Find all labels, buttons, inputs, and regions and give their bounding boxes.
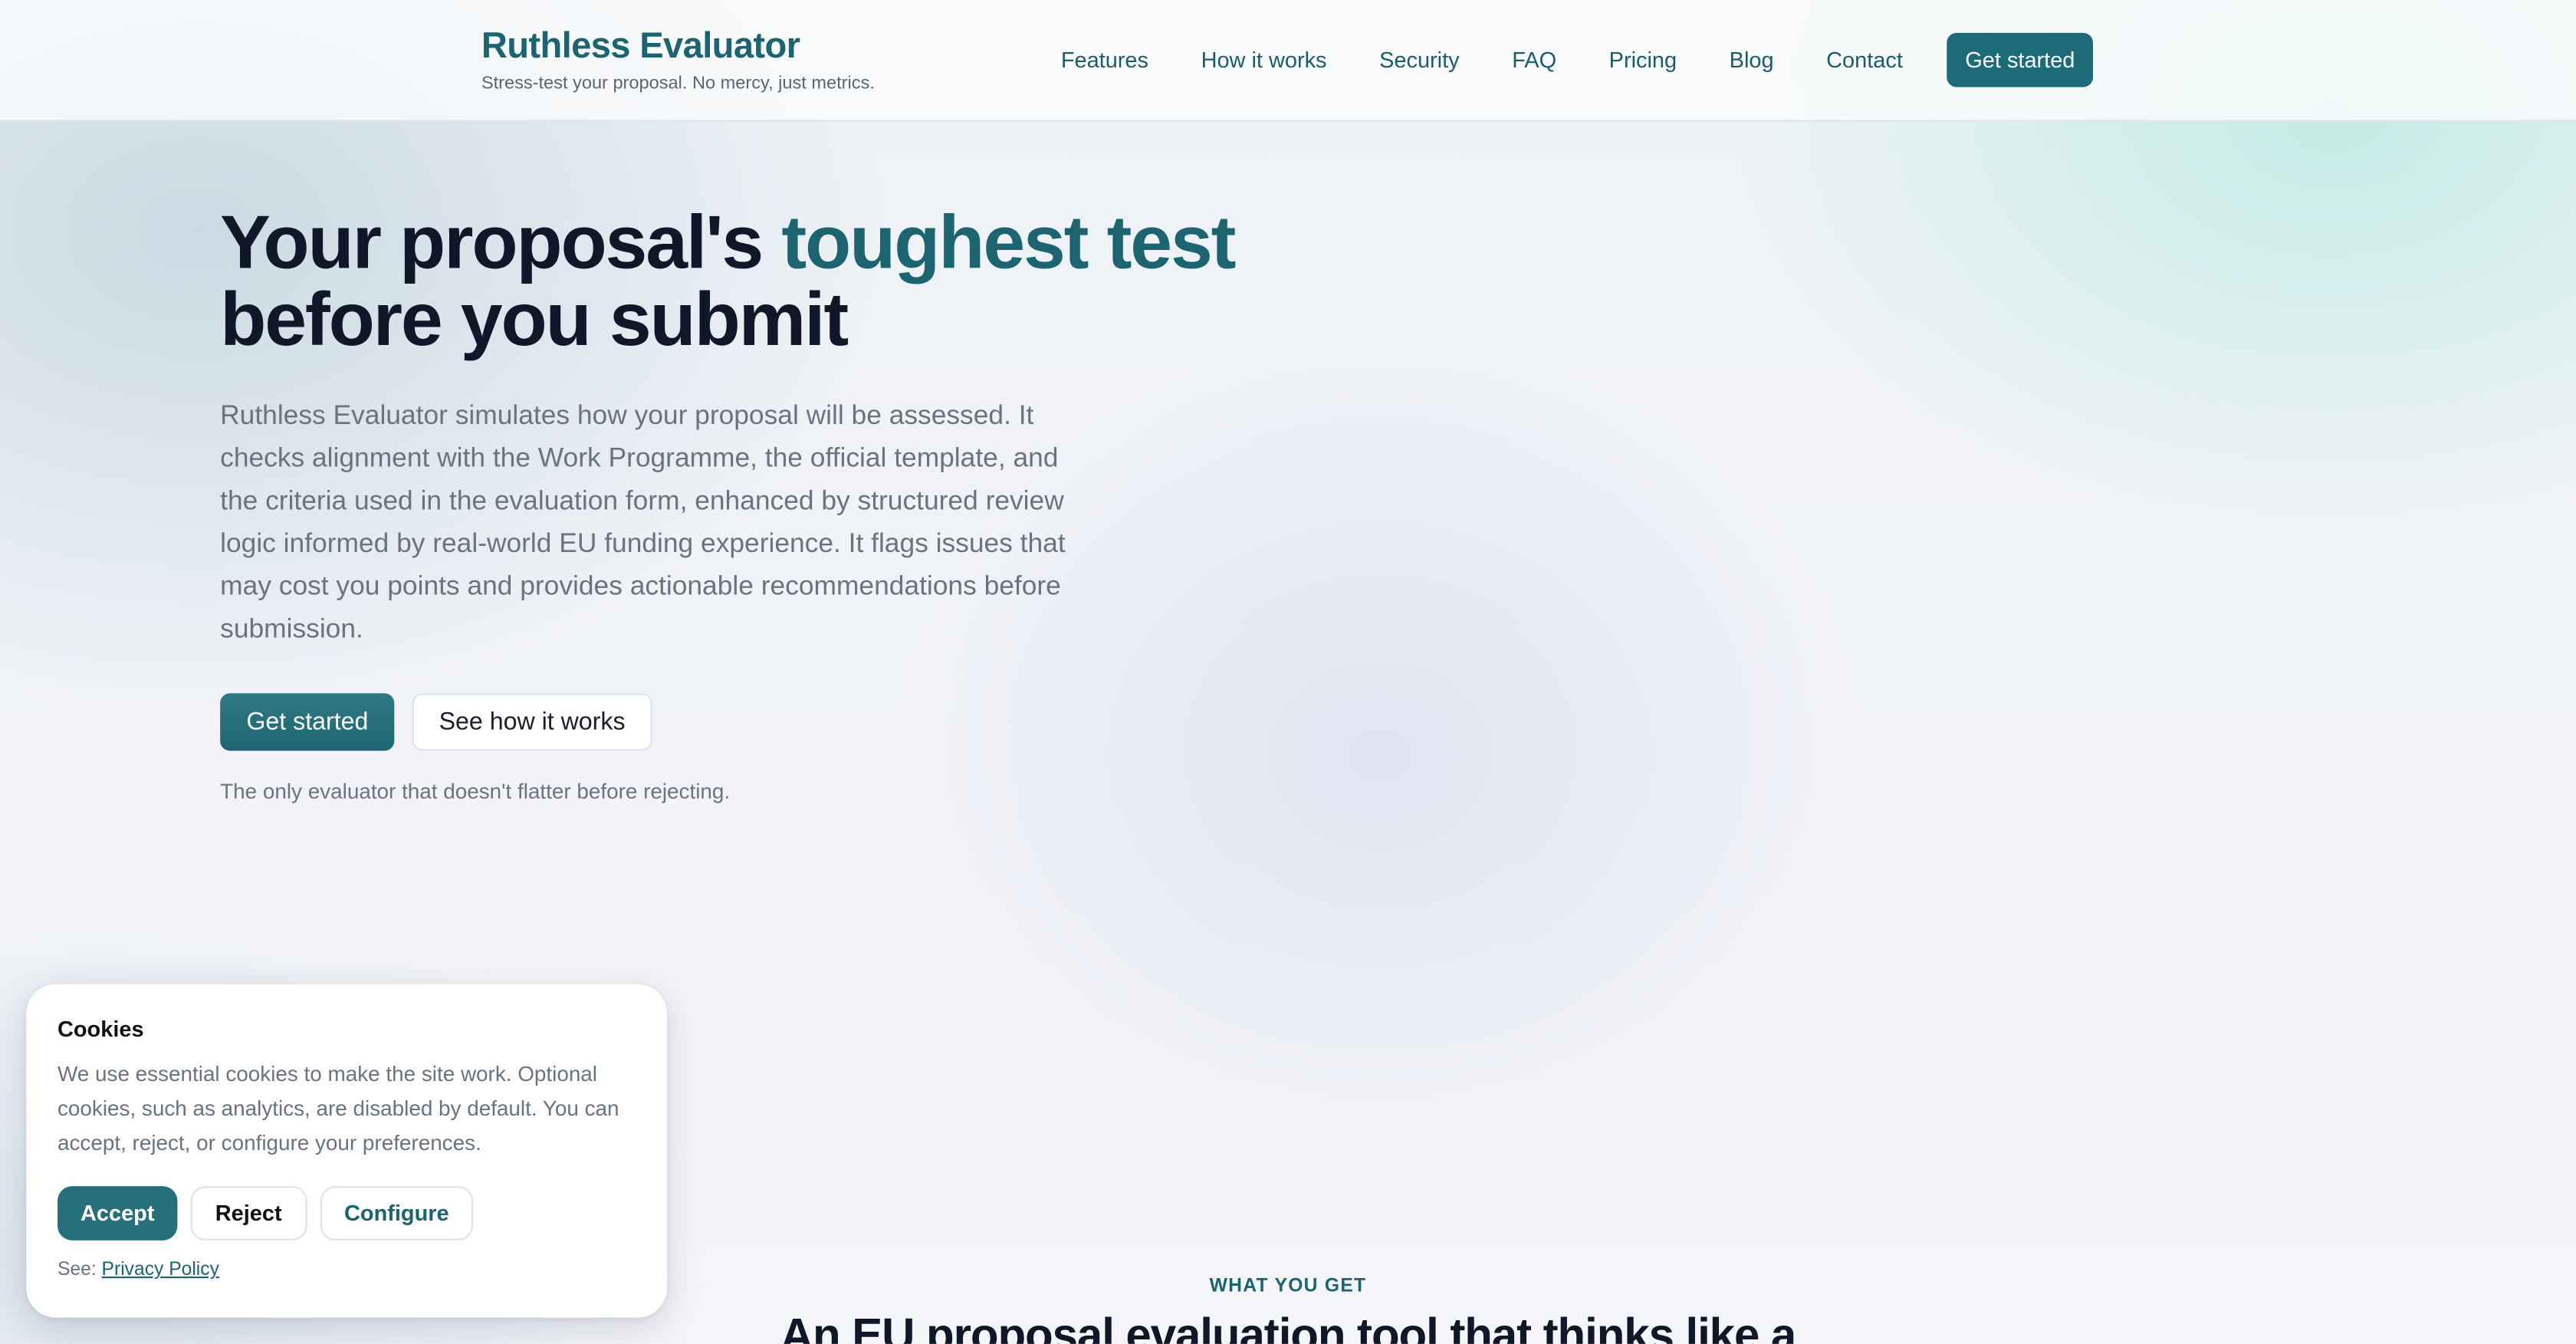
hero-title-accent: toughest test [781,199,1236,284]
main-nav: Features How it works Security FAQ Prici… [1061,32,2093,87]
cookie-reject-button[interactable]: Reject [190,1186,307,1240]
nav-contact[interactable]: Contact [1826,48,1903,72]
cookie-title: Cookies [58,1017,144,1042]
nav-features[interactable]: Features [1061,48,1148,72]
cookie-text: We use essential cookies to make the sit… [58,1061,619,1155]
header-get-started-button[interactable]: Get started [1947,32,2093,87]
cookie-see-label: See: [58,1260,102,1280]
see-how-it-works-button[interactable]: See how it works [412,693,652,751]
cookie-actions: Accept Reject Configure [58,1186,636,1240]
privacy-policy-link[interactable]: Privacy Policy [102,1260,219,1280]
hero-title-part1: Your proposal's [220,199,782,284]
cookie-configure-button[interactable]: Configure [319,1186,474,1240]
hero-actions: Get started See how it works [220,693,1271,751]
nav-blog[interactable]: Blog [1730,48,1774,72]
cookie-accept-button[interactable]: Accept [58,1186,178,1240]
hero-note: The only evaluator that doesn't flatter … [220,778,731,803]
brand-tagline: Stress-test your proposal. No mercy, jus… [481,74,875,94]
hero-title: Your proposal's toughest test before you… [220,203,1271,362]
page: Ruthless Evaluator Stress-test your prop… [0,0,2576,1344]
hero-description: Ruthless Evaluator simulates how your pr… [220,400,1066,644]
hero-title-part2: before you submit [220,276,849,362]
nav-security[interactable]: Security [1379,48,1460,72]
hero-get-started-button[interactable]: Get started [220,693,395,751]
nav-pricing[interactable]: Pricing [1609,48,1677,72]
brand[interactable]: Ruthless Evaluator Stress-test your prop… [481,25,875,94]
cookie-see: See: Privacy Policy [58,1260,636,1280]
nav-faq[interactable]: FAQ [1512,48,1556,72]
hero: Your proposal's toughest test before you… [220,203,1271,803]
nav-how-it-works[interactable]: How it works [1201,48,1327,72]
site-header: Ruthless Evaluator Stress-test your prop… [0,0,2576,122]
brand-title[interactable]: Ruthless Evaluator [481,25,875,67]
cookie-banner: Cookies We use essential cookies to make… [26,984,668,1318]
